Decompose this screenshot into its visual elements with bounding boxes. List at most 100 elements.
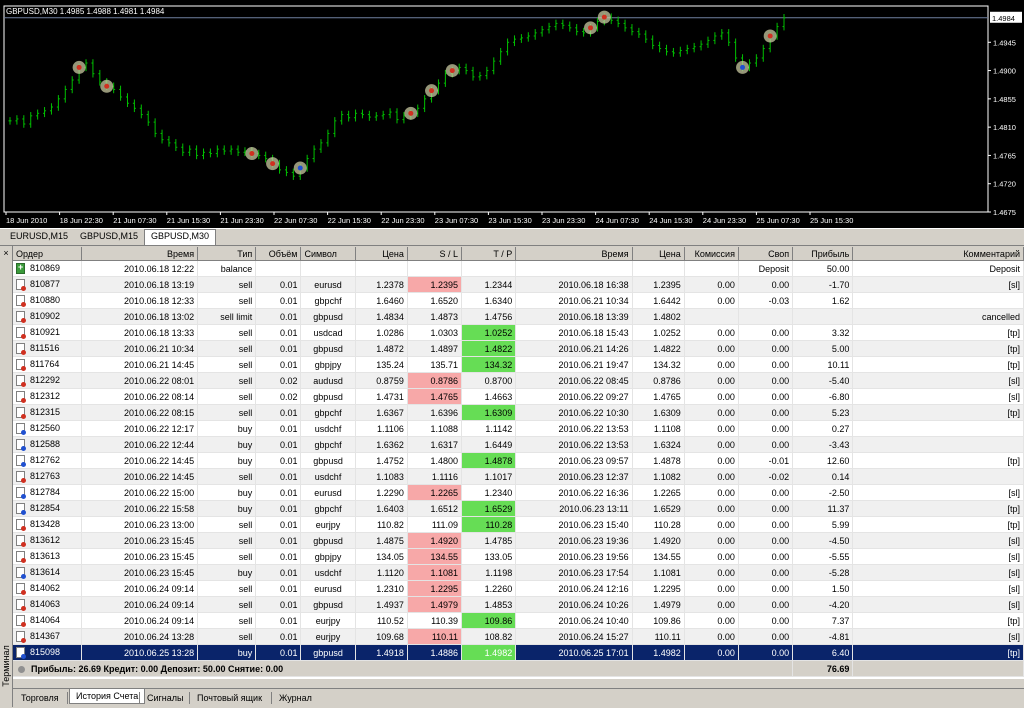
cell-sl: 1.6317 bbox=[407, 436, 463, 453]
order-id: 810880 bbox=[30, 294, 61, 305]
time-label: 24 Jun 23:30 bbox=[703, 216, 746, 225]
cell-ctime: 2010.06.24 10:40 bbox=[515, 612, 633, 629]
table-row[interactable]: 814064 2010.06.24 09:14 sell 0.01 eurjpy 110.… bbox=[13, 612, 1024, 629]
cell-sl: 111.09 bbox=[407, 516, 463, 533]
cell-swap: 0.00 bbox=[738, 484, 794, 501]
table-row[interactable]: 810902 2010.06.18 13:02 sell limit 0.01 gbpu… bbox=[13, 308, 1024, 325]
table-row[interactable]: 812560 2010.06.22 12:17 buy 0.01 usdchf 1.110… bbox=[13, 420, 1024, 437]
cell-cprice: 1.1081 bbox=[632, 564, 685, 581]
table-row[interactable]: 811764 2010.06.21 14:45 sell 0.01 gbpjpy 135.… bbox=[13, 356, 1024, 373]
column-header[interactable]: Объём bbox=[255, 247, 302, 261]
sell-trade-marker bbox=[249, 151, 255, 157]
table-row[interactable]: 814063 2010.06.24 09:14 sell 0.01 gbpusd 1.49… bbox=[13, 596, 1024, 613]
cell-tp: 1.4663 bbox=[461, 388, 517, 405]
cell-ctime: 2010.06.22 09:27 bbox=[515, 388, 633, 405]
cell-sl: 1.2295 bbox=[407, 580, 463, 597]
table-row[interactable]: 810877 2010.06.18 13:19 sell 0.01 eurusd 1.23… bbox=[13, 276, 1024, 293]
column-header[interactable]: Время bbox=[81, 247, 199, 261]
cell-cprice: 1.4802 bbox=[632, 308, 685, 325]
table-row[interactable]: 813612 2010.06.23 15:45 sell 0.01 gbpusd 1.48… bbox=[13, 532, 1024, 549]
chart-tab[interactable]: EURUSD,M15 bbox=[4, 230, 74, 243]
terminal-tab[interactable]: Сигналы bbox=[141, 691, 190, 705]
table-row[interactable]: 815098 2010.06.25 13:28 buy 0.01 gbpusd 1.491… bbox=[13, 644, 1024, 661]
table-row[interactable]: 812312 2010.06.22 08:14 sell 0.02 gbpusd 1.47… bbox=[13, 388, 1024, 405]
order-id: 815098 bbox=[30, 646, 61, 657]
chart-canvas[interactable]: GBPUSD,M30 1.4985 1.4988 1.4981 1.4984 1.… bbox=[0, 0, 1024, 228]
table-row[interactable]: 813613 2010.06.23 15:45 sell 0.01 gbpjpy 134.… bbox=[13, 548, 1024, 565]
cell-time: 2010.06.22 12:44 bbox=[81, 436, 199, 453]
cell-comment: [tp] bbox=[852, 452, 1024, 469]
column-header[interactable]: Цена bbox=[632, 247, 685, 261]
table-row[interactable]: 814062 2010.06.24 09:14 sell 0.01 eurusd 1.23… bbox=[13, 580, 1024, 597]
column-header[interactable]: S / L bbox=[407, 247, 463, 261]
column-header[interactable]: T / P bbox=[461, 247, 517, 261]
terminal-tab[interactable]: Торговля bbox=[15, 691, 65, 705]
terminal-tab[interactable]: История Счета bbox=[69, 689, 146, 704]
price-chart[interactable]: GBPUSD,M30 1.4985 1.4988 1.4981 1.4984 1.… bbox=[0, 0, 1024, 228]
cell-type: buy bbox=[197, 436, 257, 453]
sell-trade-marker bbox=[76, 64, 82, 70]
cell-profit: -1.70 bbox=[792, 276, 854, 293]
column-header[interactable]: Ордер bbox=[13, 247, 82, 261]
table-row[interactable]: 810869 2010.06.18 12:22balance Deposit50.0… bbox=[13, 260, 1024, 277]
cell-swap: 0.00 bbox=[738, 276, 794, 293]
order-id: 814063 bbox=[30, 598, 61, 609]
cell-profit: -2.50 bbox=[792, 484, 854, 501]
cell-swap: -0.01 bbox=[738, 452, 794, 469]
table-row[interactable]: 810921 2010.06.18 13:33 sell 0.01 usdcad 1.02… bbox=[13, 324, 1024, 341]
column-header[interactable]: Комментарий bbox=[852, 247, 1024, 261]
cell-vol: 0.01 bbox=[255, 500, 302, 517]
column-header[interactable]: Символ bbox=[300, 247, 356, 261]
cell-sym: gbpusd bbox=[300, 532, 356, 549]
cell-vol: 0.01 bbox=[255, 404, 302, 421]
table-row[interactable]: 812763 2010.06.22 14:45 sell 0.01 usdchf 1.10… bbox=[13, 468, 1024, 485]
cell-price: 1.4731 bbox=[355, 388, 408, 405]
history-table-container[interactable]: Ордер Время Тип Объём Символ Цена S / LT / P Вр… bbox=[13, 247, 1024, 679]
cell-profit: 5.99 bbox=[792, 516, 854, 533]
table-row[interactable]: 812784 2010.06.22 15:00 buy 0.01 eurusd 1.229… bbox=[13, 484, 1024, 501]
price-label: 1.4765 bbox=[993, 151, 1016, 160]
table-row[interactable]: 812315 2010.06.22 08:15 sell 0.01 gbpchf 1.63… bbox=[13, 404, 1024, 421]
table-row[interactable]: 813614 2010.06.23 15:45 buy 0.01 usdchf 1.112… bbox=[13, 564, 1024, 581]
table-row[interactable]: 812588 2010.06.22 12:44 buy 0.01 gbpchf 1.636… bbox=[13, 436, 1024, 453]
cell-time: 2010.06.22 12:17 bbox=[81, 420, 199, 437]
table-row[interactable]: 810880 2010.06.18 12:33 sell 0.01 gbpchf 1.64… bbox=[13, 292, 1024, 309]
time-label: 22 Jun 15:30 bbox=[328, 216, 371, 225]
close-icon[interactable]: × bbox=[1, 248, 11, 258]
cell-comm bbox=[684, 308, 739, 325]
terminal-tab[interactable]: Журнал bbox=[273, 691, 318, 705]
cell-profit: 50.00 bbox=[792, 260, 854, 277]
buy-order-icon bbox=[16, 439, 26, 452]
cell-sl: 1.2395 bbox=[407, 276, 463, 293]
column-header[interactable]: Своп bbox=[738, 247, 794, 261]
table-row[interactable]: 812292 2010.06.22 08:01 sell 0.02 audusd 0.87… bbox=[13, 372, 1024, 389]
cell-ctime: 2010.06.18 16:38 bbox=[515, 276, 633, 293]
cell-time: 2010.06.23 15:45 bbox=[81, 548, 199, 565]
balance-icon bbox=[16, 262, 25, 275]
cell-type: sell limit bbox=[197, 308, 257, 325]
table-row[interactable]: 812762 2010.06.22 14:45 buy 0.01 gbpusd 1.475… bbox=[13, 452, 1024, 469]
cell-comm: 0.00 bbox=[684, 276, 739, 293]
cell-ctime: 2010.06.23 19:36 bbox=[515, 532, 633, 549]
chart-tab[interactable]: GBPUSD,M30 bbox=[144, 229, 217, 245]
table-row[interactable]: 814367 2010.06.24 13:28 sell 0.01 eurjpy 109.… bbox=[13, 628, 1024, 645]
cell-comment bbox=[852, 436, 1024, 453]
column-header[interactable]: Время bbox=[515, 247, 633, 261]
cell-comment: cancelled bbox=[852, 308, 1024, 325]
cell-tp: 1.6340 bbox=[461, 292, 517, 309]
cell-ctime: 2010.06.21 10:34 bbox=[515, 292, 633, 309]
column-header[interactable]: Тип bbox=[197, 247, 257, 261]
column-header[interactable]: Прибыль bbox=[792, 247, 854, 261]
cell-tp: 1.2260 bbox=[461, 580, 517, 597]
chart-tab[interactable]: GBPUSD,M15 bbox=[74, 230, 144, 243]
table-row[interactable]: 811516 2010.06.21 10:34 sell 0.01 gbpusd 1.48… bbox=[13, 340, 1024, 357]
table-row[interactable]: 812854 2010.06.22 15:58 buy 0.01 gbpchf 1.640… bbox=[13, 500, 1024, 517]
cell-sym: usdchf bbox=[300, 468, 356, 485]
column-header[interactable]: Цена bbox=[355, 247, 408, 261]
cell-type: sell bbox=[197, 468, 257, 485]
terminal-tab[interactable]: Почтовый ящик bbox=[191, 691, 268, 705]
cell-time: 2010.06.22 08:01 bbox=[81, 372, 199, 389]
column-header[interactable]: Комиссия bbox=[684, 247, 739, 261]
table-row[interactable]: 813428 2010.06.23 13:00 sell 0.01 eurjpy 110.… bbox=[13, 516, 1024, 533]
current-price-label: 1.4984 bbox=[992, 14, 1015, 23]
